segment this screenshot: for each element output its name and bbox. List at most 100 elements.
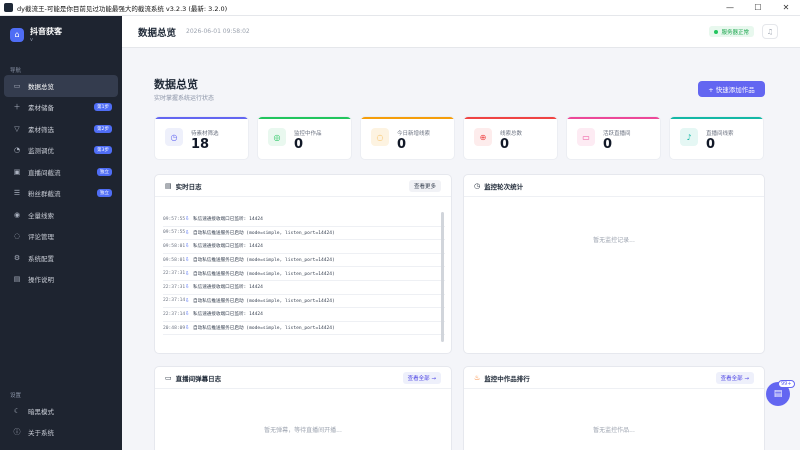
download-icon: ⇩ (185, 270, 190, 277)
view-all-button[interactable]: 查看全部 → (402, 371, 441, 384)
log-row: 09:58:01 ⇩ 私信速通接收端口已监听: 14424 (163, 240, 445, 254)
panel-header: ◷ 监控轮次统计 (464, 175, 764, 197)
tune-icon: ◔ (13, 146, 21, 155)
maximize-icon[interactable]: ☐ (744, 0, 772, 16)
realtime-log-panel: ▤ 实时日志 查看更多 09:57:55 ⇩ 私信速通接收端口已监听: 14424 … (154, 174, 452, 354)
home-icon: ⌂ (10, 27, 24, 42)
page-title: 数据总览 (138, 27, 177, 39)
window-controls: — ☐ ✕ (716, 0, 800, 16)
main-subtitle: 实时掌握系统运行状态 (154, 95, 215, 102)
sidebar-item-dark-mode[interactable]: ☾ 暗黑模式 (4, 400, 118, 422)
log-text: 自动私信推送服务已启动 (mode=simple, listen_port=14… (193, 298, 335, 304)
sidebar-item-settings[interactable]: ⚙ 系统配置 (4, 247, 118, 269)
sidebar-item-label: 监测调优 (28, 147, 54, 156)
sidebar-item-monitor-tune[interactable]: ◔ 监测调优 第3步 (4, 140, 118, 162)
stat-label: 线索总数 (500, 131, 523, 137)
sidebar-item-label: 操作说明 (28, 276, 54, 285)
filter-icon: ▽ (14, 124, 20, 133)
window-titlebar: dy截流王-可能是你目前见过功能最强大的截流系统 v3.2.3 (最新: 3.2… (0, 0, 800, 16)
view-more-button[interactable]: 查看更多 (408, 179, 441, 192)
log-list[interactable]: 09:57:55 ⇩ 私信速通接收端口已监听: 14424 09:57:55 ⇩ 自动私… (163, 213, 445, 336)
log-row: 09:57:55 ⇩ 自动私信推送服务已启动 (mode=simple, liste… (163, 227, 445, 241)
log-time: 20:48:09 (163, 325, 186, 331)
log-text: 私信速通接收端口已监听: 14424 (193, 285, 263, 291)
notification-count-badge: 99+ (778, 380, 795, 388)
stat-card-pending-filter[interactable]: ◷ 待素材筛选 18 (154, 116, 249, 160)
comment-icon: ◌ (13, 232, 21, 241)
panel-title: 监控中作品排行 (484, 374, 530, 383)
independent-badge: 独立 (97, 167, 112, 176)
sidebar-item-label: 粉丝群截流 (28, 190, 61, 199)
sidebar-item-guide[interactable]: ▤ 操作说明 (4, 269, 118, 291)
close-icon[interactable]: ✕ (772, 0, 800, 16)
download-icon: ⇩ (185, 297, 190, 304)
stat-label: 今日新增线索 (397, 131, 431, 137)
panel-header: ▭ 直播间弹幕日志 查看全部 → (155, 367, 451, 389)
stat-value: 0 (294, 137, 304, 152)
stat-card-total-leads[interactable]: ⊕ 线索总数 0 (463, 116, 558, 160)
sidebar-item-material-reserve[interactable]: ＋ 素材储备 第1步 (4, 97, 118, 119)
sidebar-item-label: 关于系统 (28, 429, 54, 438)
sidebar-item-label: 直播间截流 (28, 168, 61, 177)
status-dot-icon (714, 29, 719, 34)
sidebar-item-comments[interactable]: ◌ 评论管理 (4, 226, 118, 248)
sidebar-item-dashboard[interactable]: ▭ 数据总览 (4, 75, 118, 97)
sidebar-item-label: 暗黑模式 (28, 407, 54, 416)
card-accent-line (361, 117, 454, 119)
book-icon: ▤ (13, 275, 21, 284)
clipboard-icon: ▤ (773, 389, 783, 399)
log-scrollbar[interactable] (441, 212, 444, 342)
sidebar-item-about[interactable]: ⓘ 关于系统 (4, 422, 118, 444)
stat-card-live-leads[interactable]: ♪ 直播间线索 0 (669, 116, 764, 160)
log-row: 20:48:09 ⇩ 自动私信推送服务已启动 (mode=simple, liste… (163, 322, 445, 336)
sidebar-bottom-nav: ☾ 暗黑模式 ⓘ 关于系统 (4, 400, 118, 443)
panel-header: ♨ 监控中作品排行 查看全部 → (464, 367, 764, 389)
main-title: 数据总览 (154, 78, 198, 91)
view-all-button[interactable]: 查看全部 → (715, 371, 754, 384)
log-time: 09:58:01 (163, 243, 186, 249)
bell-icon: ♫ (766, 27, 774, 36)
stat-value: 0 (397, 137, 407, 152)
download-icon: ⇩ (185, 257, 190, 264)
log-time: 09:57:55 (163, 230, 186, 236)
sidebar-item-label: 评论管理 (28, 233, 54, 242)
log-text: 自动私信推送服务已启动 (mode=simple, listen_port=14… (193, 271, 335, 277)
stat-value: 18 (191, 137, 210, 152)
nav-section-label: 导航 (10, 68, 22, 74)
stat-card-new-leads-today[interactable]: ◌ 今日新增线索 0 (360, 116, 455, 160)
stat-value: 0 (603, 137, 613, 152)
log-text: 自动私信推送服务已启动 (mode=simple, listen_port=14… (193, 230, 335, 236)
chat-bubble-icon: ▭ (165, 373, 172, 382)
sidebar-item-label: 数据总览 (28, 82, 54, 91)
card-accent-line (258, 117, 351, 119)
plus-icon: ＋ (13, 103, 21, 112)
download-icon: ⇩ (185, 243, 190, 250)
dashboard-icon: ▭ (13, 81, 21, 90)
info-icon: ⓘ (13, 428, 21, 437)
sidebar-item-fan-group[interactable]: ☰ 粉丝群截流 独立 (4, 183, 118, 205)
download-icon: ⇩ (185, 216, 190, 223)
leads-icon: ◉ (13, 210, 21, 219)
chat-icon: ◌ (371, 128, 389, 146)
quick-add-work-button[interactable]: + 快速添加作品 (698, 81, 765, 97)
log-text: 私信速通接收端口已监听: 14424 (193, 217, 263, 223)
download-icon: ⇩ (185, 229, 190, 236)
app-icon (4, 3, 13, 12)
live-danmaku-panel: ▭ 直播间弹幕日志 查看全部 → 暂无弹幕，等待直播间开播... (154, 366, 452, 450)
stat-card-monitoring-works[interactable]: ◎ 监控中作品 0 (257, 116, 352, 160)
stat-label: 待素材筛选 (191, 131, 219, 137)
minimize-icon[interactable]: — (716, 0, 744, 16)
notification-bell-button[interactable]: ♫ (762, 24, 778, 39)
panel-title: 监控轮次统计 (484, 182, 524, 191)
sidebar-item-live-intercept[interactable]: ▣ 直播间截流 独立 (4, 161, 118, 183)
settings-icon: ⚙ (13, 253, 21, 262)
sidebar-item-material-filter[interactable]: ▽ 素材筛选 第2步 (4, 118, 118, 140)
stat-label: 活跃直播间 (603, 131, 631, 137)
brand[interactable]: ⌂ 抖音获客 v (0, 16, 122, 43)
independent-badge: 独立 (97, 189, 112, 198)
step-badge: 第1步 (94, 103, 112, 112)
sidebar-item-all-leads[interactable]: ◉ 全量线索 (4, 204, 118, 226)
step-badge: 第3步 (94, 146, 112, 155)
stat-card-active-live-rooms[interactable]: ▭ 活跃直播间 0 (566, 116, 661, 160)
log-row: 22:37:14 ⇩ 自动私信推送服务已启动 (mode=simple, liste… (163, 295, 445, 309)
